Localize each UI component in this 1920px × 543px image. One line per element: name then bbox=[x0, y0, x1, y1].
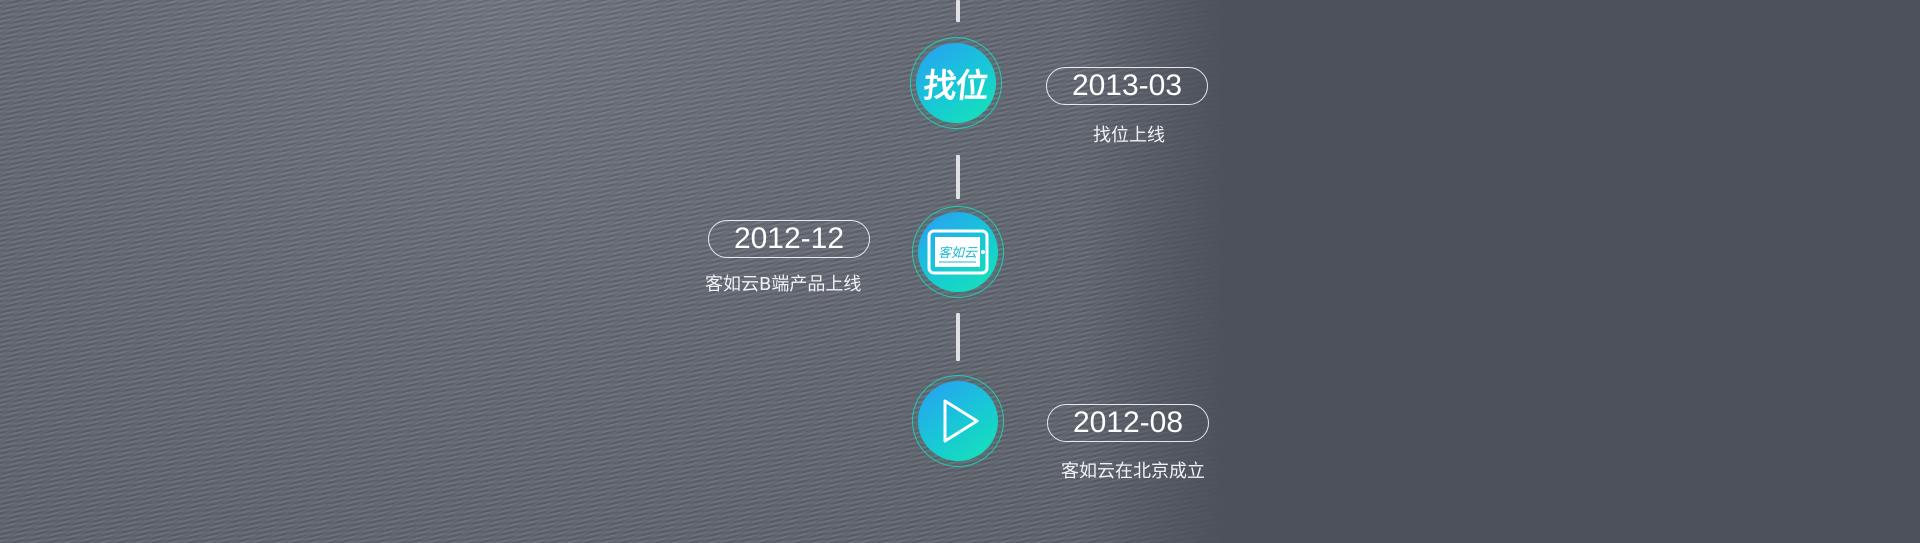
timeline-connector bbox=[956, 313, 960, 361]
date-pill: 2012-12 bbox=[708, 220, 870, 258]
timeline-node-2013-03: 找位 bbox=[910, 37, 1002, 129]
slate-background bbox=[1219, 0, 1920, 543]
play-icon bbox=[943, 399, 979, 443]
timeline-connector bbox=[956, 155, 960, 199]
svg-text:客如云: 客如云 bbox=[938, 245, 978, 261]
timeline-node-2012-12: 客如云 bbox=[912, 206, 1004, 298]
event-caption: 客如云在北京成立 bbox=[1061, 461, 1205, 482]
zhaowei-logo-icon: 找位 bbox=[921, 66, 990, 105]
date-pill: 2013-03 bbox=[1046, 67, 1208, 105]
timeline-node-2012-08 bbox=[912, 375, 1004, 467]
timeline-connector bbox=[956, 0, 960, 22]
date-pill: 2012-08 bbox=[1047, 404, 1209, 442]
event-caption: 客如云B端产品上线 bbox=[705, 274, 862, 295]
keruyun-tablet-icon: 客如云 bbox=[927, 229, 989, 275]
event-caption: 找位上线 bbox=[1093, 125, 1165, 146]
